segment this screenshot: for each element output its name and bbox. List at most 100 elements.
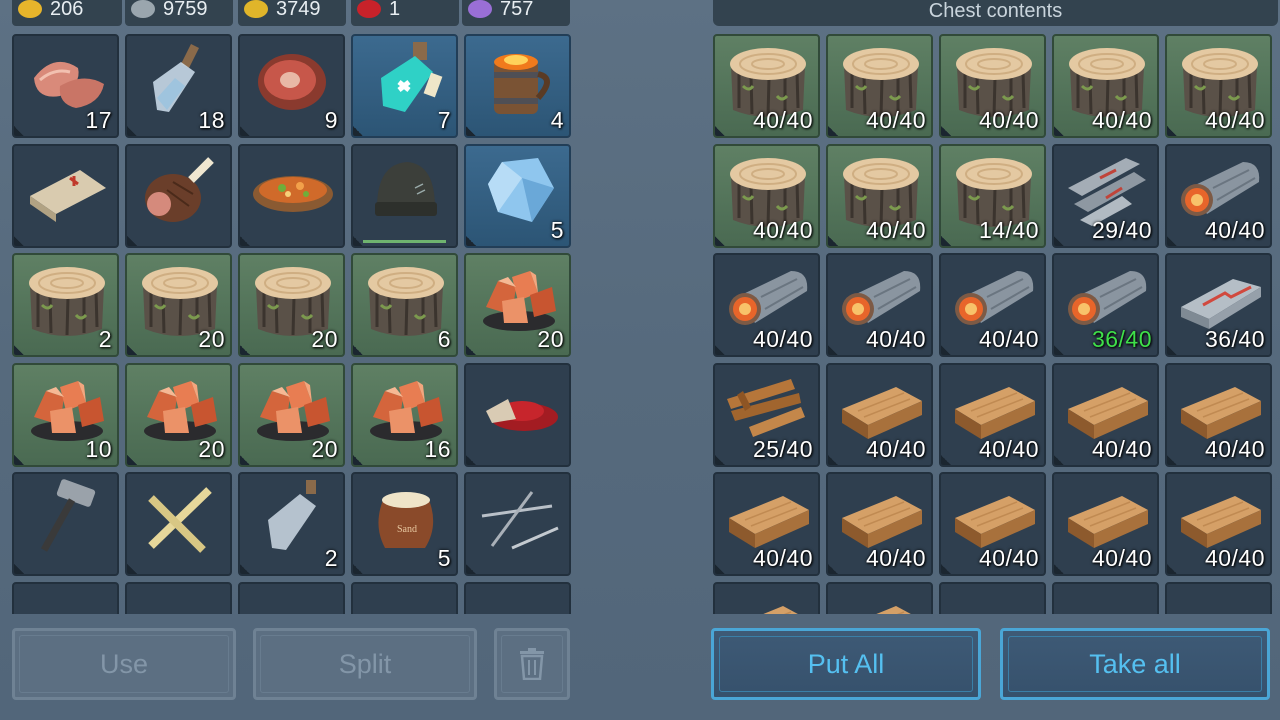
trash-button[interactable] — [494, 628, 570, 700]
item-count: 36/40 — [1204, 326, 1265, 352]
currency-red-seal: 1 — [351, 0, 459, 26]
knit-hat-icon — [375, 161, 437, 216]
inventory-slot[interactable] — [464, 472, 571, 576]
inventory-slot[interactable]: 20 — [238, 253, 345, 357]
chest-slot[interactable]: 40/40 — [713, 34, 820, 138]
chest-slot[interactable]: 40/40 — [826, 472, 933, 576]
inventory-slot[interactable] — [125, 581, 232, 614]
inventory-slot[interactable] — [238, 143, 345, 248]
item-count: 10 — [85, 435, 112, 462]
crown-icon — [244, 0, 268, 18]
red-dust-icon — [486, 398, 558, 431]
inventory-slot[interactable]: 2 — [12, 253, 119, 357]
inventory-slot[interactable]: 5 — [464, 143, 571, 248]
item-count: 25/40 — [752, 435, 813, 462]
chest-grid[interactable]: 40/40 40/40 40/40 40/40 40/40 40/40 40/4… — [713, 34, 1273, 614]
item-count: 40/40 — [752, 216, 813, 243]
item-count: 40/40 — [1204, 216, 1265, 243]
put-all-button[interactable]: Put All — [711, 628, 981, 700]
inventory-slot[interactable]: Sand 5 — [351, 472, 458, 576]
item-count: 2 — [98, 326, 112, 352]
inventory-slot[interactable] — [464, 581, 571, 615]
inventory-slot[interactable]: 2 — [238, 472, 345, 576]
chest-slot[interactable]: 40/40 — [1165, 472, 1272, 576]
svg-text:Sand: Sand — [397, 524, 417, 535]
inventory-slot[interactable]: 6 — [351, 253, 458, 357]
bow-frame-icon — [1173, 586, 1267, 615]
chest-slot[interactable]: 36/40 — [1052, 253, 1159, 357]
chest-slot[interactable]: 40/40 — [713, 472, 820, 576]
item-count: 20 — [198, 326, 225, 352]
chest-slot[interactable]: 40/40 — [1165, 362, 1272, 467]
item-count: 40/40 — [1091, 435, 1152, 462]
inventory-slot[interactable] — [12, 581, 119, 615]
item-count: 40/40 — [865, 326, 926, 352]
currency-value: 9759 — [163, 0, 208, 20]
inventory-slot[interactable] — [125, 472, 232, 576]
pliers-icon — [472, 586, 566, 615]
inventory-slot[interactable] — [464, 362, 571, 467]
currency-value: 3749 — [276, 0, 321, 20]
chest-slot[interactable]: 40/40 — [826, 253, 933, 357]
item-count: 40/40 — [752, 326, 813, 352]
use-button[interactable]: Use — [12, 628, 236, 700]
inventory-slot[interactable]: 20 — [464, 253, 571, 357]
inventory-grid[interactable]: 17 18 9 7 4 5 2 20 20 6 20 10 20 20 16 2… — [12, 34, 572, 614]
inventory-slot[interactable]: 4 — [464, 34, 571, 138]
scrap-icon — [20, 586, 114, 615]
chest-slot[interactable]: 25/40 — [713, 362, 820, 467]
durability-bar — [363, 239, 446, 243]
chest-slot[interactable]: 40/40 — [939, 34, 1046, 138]
inventory-slot[interactable]: 20 — [238, 362, 345, 467]
plank-icon — [359, 586, 453, 615]
chest-slot[interactable]: 40/40 — [826, 34, 933, 138]
split-button[interactable]: Split — [253, 628, 477, 700]
inventory-slot[interactable]: 20 — [125, 253, 232, 357]
purple-crystal-icon — [468, 0, 492, 18]
stew-bowl-icon — [253, 175, 333, 212]
stone-icon — [1060, 586, 1154, 615]
inventory-slot[interactable]: 16 — [351, 362, 458, 467]
currency-value: 1 — [389, 0, 401, 20]
item-count: 40/40 — [752, 545, 813, 571]
chest-slot[interactable]: 40/40 — [939, 253, 1046, 357]
inventory-slot[interactable]: 7 — [351, 34, 458, 138]
inventory-slot[interactable]: 10 — [12, 362, 119, 467]
chest-slot[interactable]: 40/40 — [713, 143, 820, 248]
inventory-slot[interactable]: 17 — [12, 34, 119, 138]
item-count: 36/40 — [1091, 326, 1152, 352]
chest-slot[interactable]: 40/40 — [1052, 34, 1159, 138]
chest-slot[interactable]: 40/40 — [1165, 143, 1272, 248]
chest-slot[interactable]: 40/40 — [826, 143, 933, 248]
currency-value: 757 — [500, 0, 534, 20]
inventory-slot[interactable] — [351, 143, 458, 248]
inventory-slot[interactable] — [125, 143, 232, 248]
inventory-slot[interactable]: 9 — [238, 34, 345, 138]
chest-slot[interactable] — [713, 581, 820, 614]
item-count: 40/40 — [865, 435, 926, 462]
chest-slot[interactable]: 40/40 — [1165, 34, 1272, 138]
item-count: 20 — [537, 326, 564, 352]
item-count: 40/40 — [1204, 107, 1265, 133]
chest-slot[interactable] — [1052, 581, 1159, 615]
chest-slot[interactable] — [939, 581, 1046, 614]
chest-slot[interactable] — [1165, 581, 1272, 615]
inventory-slot[interactable] — [12, 143, 119, 248]
item-count: 40/40 — [978, 107, 1039, 133]
inventory-slot[interactable]: 20 — [125, 362, 232, 467]
chest-slot[interactable]: 40/40 — [1052, 472, 1159, 576]
chest-slot[interactable]: 40/40 — [826, 362, 933, 467]
inventory-slot[interactable] — [238, 581, 345, 614]
chest-slot[interactable]: 40/40 — [939, 362, 1046, 467]
inventory-slot[interactable] — [12, 472, 119, 576]
chest-slot[interactable]: 40/40 — [939, 472, 1046, 576]
chest-slot[interactable] — [826, 581, 933, 614]
chest-slot[interactable]: 36/40 — [1165, 253, 1272, 357]
inventory-slot[interactable]: 18 — [125, 34, 232, 138]
chest-slot[interactable]: 40/40 — [1052, 362, 1159, 467]
chest-slot[interactable]: 14/40 — [939, 143, 1046, 248]
chest-slot[interactable]: 40/40 — [713, 253, 820, 357]
inventory-slot[interactable] — [351, 581, 458, 615]
take-all-button[interactable]: Take all — [1000, 628, 1270, 700]
chest-slot[interactable]: 29/40 — [1052, 143, 1159, 248]
